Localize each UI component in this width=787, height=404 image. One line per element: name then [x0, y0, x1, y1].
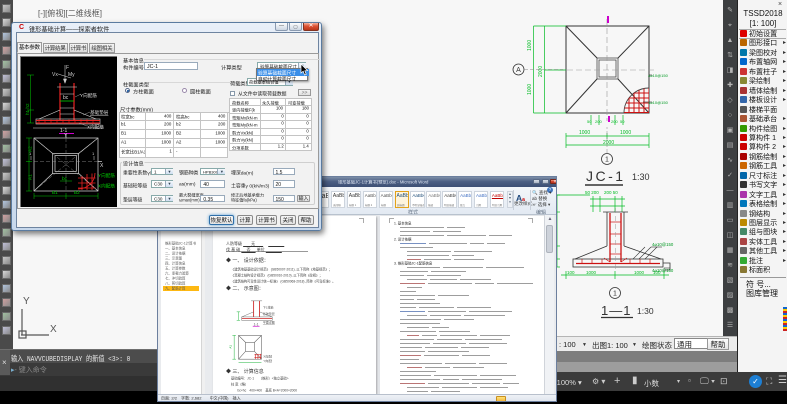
svg-text:1-1: 1-1: [254, 322, 259, 326]
svg-text:1000: 1000: [586, 270, 597, 275]
svg-text:bc: bc: [62, 176, 68, 182]
svg-text:Y向配筋: Y向配筋: [263, 358, 272, 363]
svg-text:50 200: 50 200: [585, 190, 599, 195]
svg-text:F: F: [66, 65, 69, 71]
svg-text:1000: 1000: [527, 84, 533, 95]
svg-text:50: 50: [587, 119, 592, 124]
svg-text:X向配筋: X向配筋: [87, 124, 104, 131]
svg-text:2000: 2000: [538, 66, 544, 77]
svg-text:1: 1: [613, 291, 617, 298]
svg-text:1000: 1000: [527, 40, 533, 51]
svg-text:X: X: [50, 324, 57, 335]
svg-text:平面详图: 平面详图: [263, 320, 275, 325]
svg-text:4⌀10@150: 4⌀10@150: [652, 268, 674, 273]
svg-text:Y向配筋: Y向配筋: [98, 172, 115, 179]
svg-text:1000: 1000: [620, 130, 631, 136]
svg-text:基础垫层: 基础垫层: [263, 311, 275, 316]
svg-text:1000: 1000: [634, 270, 645, 275]
svg-text:4⌀10@150: 4⌀10@150: [652, 242, 674, 247]
svg-text:200 50: 200 50: [604, 190, 618, 195]
svg-text:My: My: [68, 72, 75, 78]
svg-text:B2: B2: [74, 190, 80, 195]
svg-text:X向配筋: X向配筋: [98, 183, 115, 190]
svg-text:A2: A2: [27, 146, 32, 152]
svg-text:1—1: 1—1: [601, 303, 631, 318]
svg-text:1000: 1000: [579, 130, 590, 136]
svg-text:Y向配筋: Y向配筋: [80, 92, 97, 99]
svg-text:200: 200: [595, 119, 602, 124]
svg-text:1:30: 1:30: [637, 306, 654, 316]
svg-text:4⌀10@150: 4⌀10@150: [648, 73, 669, 78]
svg-text:A1: A1: [229, 345, 233, 349]
svg-text:2000: 2000: [603, 140, 614, 146]
svg-text:4⌀10@150: 4⌀10@150: [648, 100, 669, 105]
svg-text:200: 200: [611, 119, 618, 124]
svg-text:A1: A1: [27, 174, 32, 180]
svg-text:B1: B1: [52, 190, 58, 195]
svg-text:50: 50: [620, 119, 625, 124]
svg-text:A: A: [516, 67, 521, 74]
svg-text:下1排筋: 下1排筋: [263, 304, 274, 309]
svg-text:100: 100: [567, 270, 575, 275]
svg-text:基础垫层: 基础垫层: [90, 109, 109, 116]
svg-text:1: 1: [605, 157, 609, 164]
svg-text:X向配筋: X向配筋: [263, 353, 272, 358]
svg-text:h1 h2: h1 h2: [25, 103, 30, 115]
svg-text:Y: Y: [23, 296, 30, 307]
svg-text:bc: bc: [63, 95, 69, 101]
svg-text:Vx: Vx: [52, 72, 58, 78]
